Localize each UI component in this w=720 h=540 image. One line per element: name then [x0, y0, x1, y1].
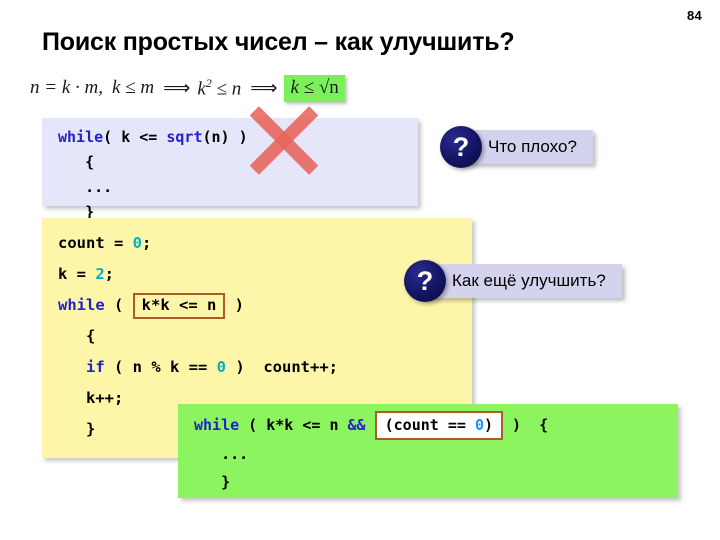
code-keyword: if: [86, 358, 105, 376]
code-text: {: [58, 327, 96, 345]
code-number: 0: [474, 416, 484, 434]
code-text: ( n % k ==: [104, 358, 217, 376]
code-text: ;: [104, 265, 115, 283]
highlighted-condition-box: (count == 0): [374, 411, 503, 440]
code-line: ...: [58, 175, 418, 200]
code-text: ( k <=: [103, 128, 167, 146]
code-line: {: [58, 321, 472, 352]
code-keyword: while: [58, 296, 105, 314]
page-number: 84: [686, 8, 702, 23]
code-text: }: [194, 473, 231, 491]
formula-part-2: k ≤ m: [111, 77, 155, 98]
code-text: k =: [58, 265, 96, 283]
code-text: (: [104, 296, 133, 314]
formula-k-base: k: [197, 78, 206, 100]
code-text: ;: [142, 234, 152, 252]
code-keyword: sqrt: [166, 128, 203, 146]
code-keyword: &&: [347, 416, 366, 434]
formula-part-3: k2 ≤ n: [197, 76, 241, 100]
code-number: 0: [132, 234, 142, 252]
formula-highlight: k ≤ √n: [284, 74, 345, 102]
highlighted-condition-box: k*k <= n: [132, 292, 226, 319]
callout-text: Как ещё улучшить?: [424, 264, 622, 298]
code-block-final: while ( k*k <= n && (count == 0) ) { ...…: [178, 404, 678, 498]
code-text: ...: [194, 445, 249, 463]
code-text: {: [58, 153, 95, 171]
math-formula: n = k · m, k ≤ m ⟹ k2 ≤ n ⟹ k ≤ √n: [30, 68, 345, 108]
code-line: while( k <= sqrt(n) ): [58, 125, 418, 150]
code-block-original: while( k <= sqrt(n) ) { ... }: [42, 118, 418, 221]
code-keyword: while: [58, 128, 104, 146]
slide-canvas: 84 Поиск простых чисел – как улучшить? n…: [0, 0, 720, 540]
code-line: {: [58, 150, 418, 175]
page-title: Поиск простых чисел – как улучшить?: [42, 28, 515, 56]
code-line: count = 0;: [58, 228, 472, 259]
formula-part-3-rest: ≤ n: [216, 78, 242, 100]
question-mark-icon: ?: [404, 260, 446, 302]
code-text: count =: [58, 234, 133, 252]
formula-highlight-prefix: k ≤: [290, 76, 319, 98]
code-text: }: [58, 420, 96, 438]
formula-arrow-2: ⟹: [250, 77, 278, 99]
code-text: k++;: [58, 389, 124, 407]
code-line: while ( k*k <= n && (count == 0) ) {: [194, 411, 678, 440]
question-mark-icon: ?: [440, 126, 482, 168]
formula-sqrt-n: √n: [318, 76, 339, 98]
formula-arrow-1: ⟹: [163, 77, 191, 99]
code-number: 0: [216, 358, 226, 376]
code-line: if ( n % k == 0 ) count++;: [58, 352, 472, 383]
code-keyword: while: [194, 416, 240, 434]
formula-k-exponent: 2: [205, 75, 212, 90]
callout-how-to-improve: ? Как ещё улучшить?: [404, 260, 622, 302]
code-line: ...: [194, 440, 678, 468]
code-line: }: [194, 468, 678, 496]
code-text: ...: [58, 178, 113, 196]
code-text: (n) ): [202, 128, 248, 146]
code-text: ( k*k <= n: [239, 416, 348, 434]
formula-part-1: n = k · m,: [30, 77, 103, 98]
code-text: ) {: [503, 416, 549, 434]
callout-what-is-bad: ? Что плохо?: [440, 126, 593, 168]
code-text: ) count++;: [226, 358, 338, 376]
code-text: ): [225, 296, 244, 314]
code-number: 2: [95, 265, 105, 283]
